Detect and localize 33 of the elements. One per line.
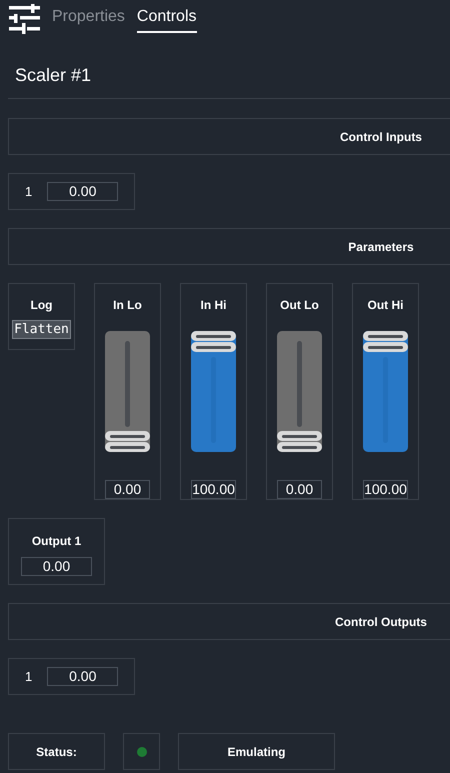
slider-track[interactable] (191, 331, 236, 452)
sliders-icon[interactable] (9, 4, 40, 34)
status-text: Emulating (178, 733, 335, 770)
value-field[interactable]: 0.00 (277, 480, 322, 499)
slider-label: In Hi (200, 297, 226, 314)
flatten-button[interactable]: Flatten (12, 320, 71, 339)
value-field[interactable]: 0.00 (105, 480, 150, 499)
tab[interactable]: Properties (52, 5, 125, 33)
slider-thumb[interactable] (191, 331, 236, 353)
section-header: Control Inputs (8, 118, 450, 155)
slider-track[interactable] (105, 331, 150, 452)
log-label: Log (30, 297, 52, 314)
value-field[interactable]: 100.00 (191, 480, 236, 499)
slider-track[interactable] (363, 331, 408, 452)
block-title: Scaler #1 (15, 65, 92, 85)
value-field[interactable]: 0.00 (47, 182, 118, 201)
slider-thumb[interactable] (363, 331, 408, 353)
row-label: 1 (25, 668, 32, 686)
tab[interactable]: Controls (136, 5, 196, 33)
value-field[interactable]: 0.00 (21, 557, 92, 576)
slider-thumb[interactable] (277, 431, 322, 453)
slider-label: Out Lo (280, 297, 319, 314)
value-field[interactable]: 100.00 (363, 480, 408, 499)
slider-track[interactable] (277, 331, 322, 452)
slider-label: Out Hi (368, 297, 404, 314)
section-header: Parameters (8, 228, 450, 265)
slider-label: In Lo (113, 297, 142, 314)
section-header: Control Outputs (8, 603, 450, 640)
value-field[interactable]: 0.00 (47, 667, 118, 686)
slider-thumb[interactable] (105, 431, 150, 453)
status-label: Status: (8, 733, 105, 770)
row-label: 1 (25, 182, 32, 201)
output-label: Output 1 (32, 533, 82, 550)
